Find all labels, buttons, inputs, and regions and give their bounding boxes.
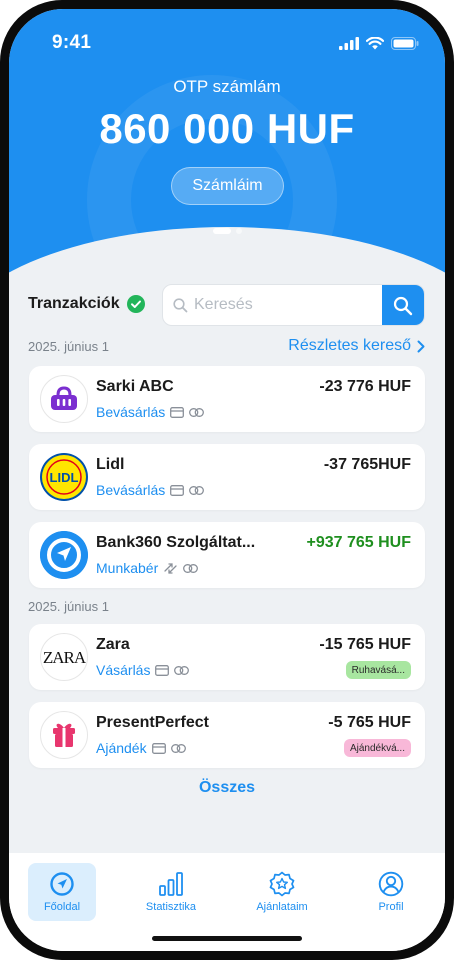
app-screen: 9:41 OTP számlám 860 000 HUF Számláim Tr…: [9, 9, 445, 951]
header-curve: [9, 227, 445, 279]
status-time: 9:41: [52, 32, 92, 53]
lidl-logo-icon: LIDL: [42, 455, 86, 499]
compass-icon: [50, 872, 74, 896]
tab-home[interactable]: Főoldal: [28, 863, 96, 921]
search-button[interactable]: [382, 285, 424, 325]
transaction-row[interactable]: PresentPerfect Ajándék -5 765 HUF Ajándé…: [29, 702, 425, 768]
link-icon: [170, 743, 186, 753]
transaction-row[interactable]: ZARA Zara Vásárlás -15 765 HUF Ruhavásá.…: [29, 624, 425, 690]
merchant-logo: LIDL: [40, 453, 88, 501]
transaction-category: Ajándék: [96, 740, 186, 756]
status-bar: 9:41: [9, 9, 445, 67]
chevron-right-icon: [417, 340, 425, 352]
transaction-category: Bevásárlás: [96, 404, 205, 420]
link-icon: [183, 563, 199, 573]
home-indicator[interactable]: [152, 936, 302, 941]
transaction-search: Keresés: [162, 284, 425, 326]
transaction-category: Vásárlás: [96, 662, 190, 678]
tab-statistics[interactable]: Statisztika: [137, 863, 205, 921]
merchant-name: PresentPerfect: [96, 714, 209, 731]
phone-frame: 9:41 OTP számlám 860 000 HUF Számláim Tr…: [0, 0, 454, 960]
transaction-amount: -23 776 HUF: [319, 378, 411, 395]
transactions-title: Tranzakciók: [28, 295, 120, 312]
my-accounts-button[interactable]: Számláim: [171, 167, 284, 205]
merchant-name: Lidl: [96, 456, 125, 473]
transaction-category: Munkabér: [96, 560, 199, 576]
bottom-nav: Főoldal Statisztika Ajánlataim Profil: [9, 853, 445, 951]
transaction-row[interactable]: Sarki ABC Bevásárlás -23 776 HUF: [29, 366, 425, 432]
transactions-heading: Tranzakciók: [28, 295, 145, 313]
merchant-logo: [40, 375, 88, 423]
category-label: Ajándék: [96, 740, 147, 756]
search-field-icon: [173, 297, 188, 312]
link-icon: [189, 407, 205, 417]
link-icon: [189, 485, 205, 495]
zara-logo-icon: ZARA: [43, 648, 86, 667]
card-icon: [151, 742, 166, 754]
battery-icon: [391, 36, 419, 50]
account-balance: 860 000 HUF: [99, 105, 355, 152]
detailed-search-label: Részletes kereső: [288, 337, 411, 354]
detailed-search-link[interactable]: Részletes kereső: [288, 337, 425, 355]
merchant-name: Zara: [96, 636, 130, 653]
tab-label: Statisztika: [145, 901, 197, 913]
merchant-logo: ZARA: [40, 633, 88, 681]
card-icon: [155, 664, 170, 676]
show-all-link[interactable]: Összes: [9, 779, 445, 797]
category-tag: Ruhavásá...: [345, 661, 411, 679]
bar-chart-icon: [159, 872, 183, 896]
date-header: 2025. június 1: [28, 599, 109, 614]
category-label: Munkabér: [96, 560, 159, 576]
tab-label: Főoldal: [43, 901, 81, 913]
category-tag: Ajándékvá...: [343, 739, 411, 757]
search-icon: [393, 296, 413, 316]
signal-icon: [339, 36, 359, 50]
bank360-logo-icon: [40, 531, 88, 579]
user-icon: [378, 871, 404, 897]
merchant-name: Sarki ABC: [96, 378, 174, 395]
gift-icon: [53, 723, 75, 747]
category-label: Bevásárlás: [96, 482, 166, 498]
transaction-amount: -5 765 HUF: [328, 714, 411, 731]
merchant-logo: [40, 711, 88, 759]
transaction-amount: -37 765HUF: [323, 456, 411, 473]
transfer-icon: [164, 562, 177, 574]
verified-check-icon: [126, 295, 145, 313]
tab-label: Ajánlataim: [256, 901, 308, 913]
shopping-basket-icon: [51, 386, 77, 410]
pager-dot[interactable]: [235, 228, 242, 234]
pager-dot-active[interactable]: [212, 228, 231, 234]
status-icons: [339, 36, 419, 50]
transaction-category: Bevásárlás: [96, 482, 205, 498]
tab-label: Profil: [378, 901, 404, 913]
link-icon: [174, 665, 190, 675]
tab-profile[interactable]: Profil: [357, 863, 425, 921]
merchant-name: Bank360 Szolgáltat...: [96, 534, 256, 551]
transaction-row[interactable]: LIDL Lidl Bevásárlás -37 765HUF: [29, 444, 425, 510]
card-icon: [170, 484, 185, 496]
card-icon: [170, 406, 185, 418]
category-label: Bevásárlás: [96, 404, 166, 420]
lidl-logo-text: LIDL: [50, 470, 79, 485]
search-placeholder: Keresés: [194, 296, 253, 313]
merchant-logo: [40, 531, 88, 579]
search-input[interactable]: Keresés: [173, 285, 378, 325]
carousel-pager[interactable]: [9, 228, 445, 234]
wifi-icon: [366, 36, 384, 49]
zara-logo-text: ZARA: [43, 648, 86, 667]
transaction-amount: +937 765 HUF: [306, 534, 411, 551]
tab-offers[interactable]: Ajánlataim: [248, 863, 316, 921]
account-name: OTP számlám: [173, 77, 281, 96]
category-label: Vásárlás: [96, 662, 151, 678]
transaction-row[interactable]: Bank360 Szolgáltat... Munkabér +937 765 …: [29, 522, 425, 588]
transaction-amount: -15 765 HUF: [319, 636, 411, 653]
date-header: 2025. június 1: [28, 339, 109, 354]
account-header: 9:41 OTP számlám 860 000 HUF Számláim: [9, 9, 445, 279]
offer-badge-icon: [269, 871, 295, 897]
